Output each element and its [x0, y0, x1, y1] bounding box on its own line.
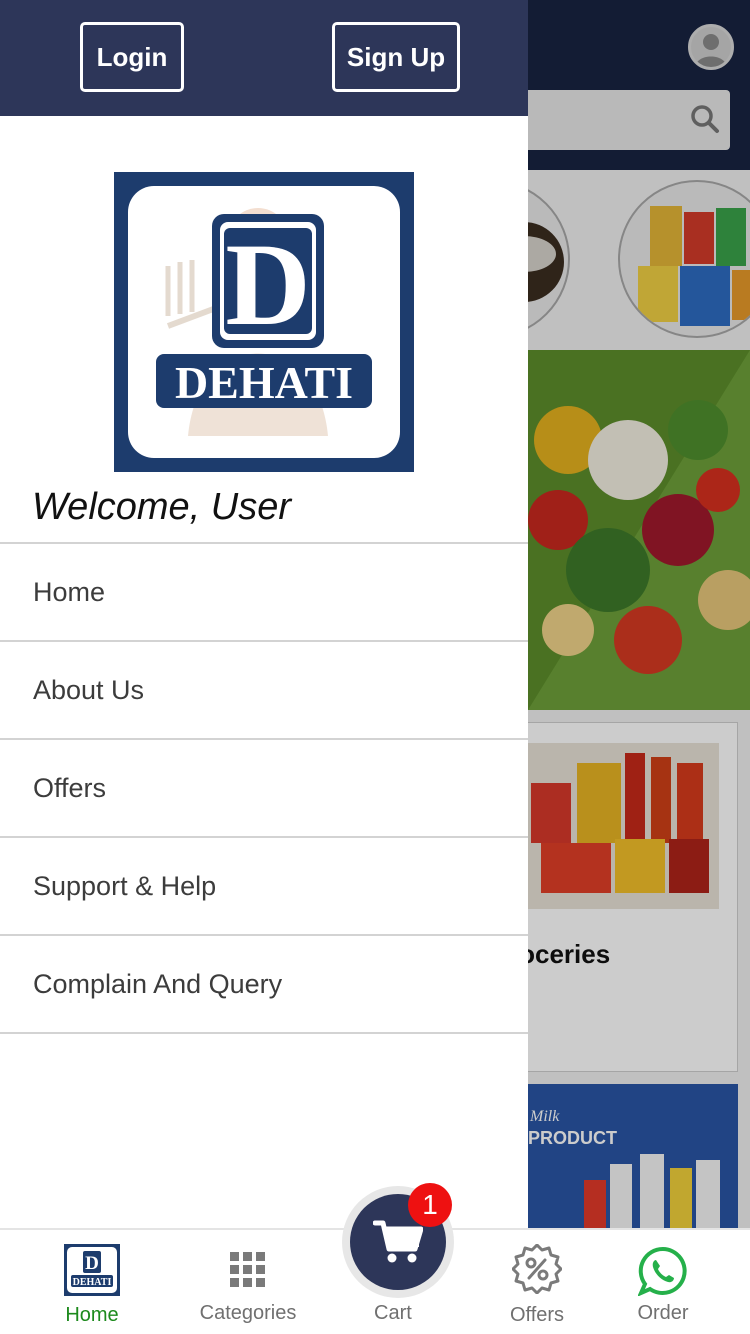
- welcome-text: Welcome, User: [32, 486, 292, 528]
- nav-home-label: Home: [65, 1304, 119, 1326]
- svg-text:D: D: [85, 1253, 99, 1274]
- nav-order[interactable]: Order: [630, 1230, 696, 1334]
- nav-drawer: Login Sign Up D DEHATI Welcome, User Hom…: [0, 0, 528, 1334]
- grid-icon: [230, 1252, 265, 1287]
- nav-cart-label: Cart: [374, 1302, 412, 1324]
- nav-categories[interactable]: Categories: [200, 1230, 296, 1334]
- nav-offers[interactable]: Offers: [505, 1230, 569, 1334]
- nav-home[interactable]: D DEHATI Home: [50, 1230, 134, 1334]
- cart-count-badge: 1: [408, 1183, 452, 1227]
- home-logo-icon: D DEHATI: [64, 1244, 120, 1296]
- menu-item-home[interactable]: Home: [0, 544, 528, 642]
- dehati-logo: D DEHATI: [114, 172, 414, 472]
- cart-icon: [373, 1220, 423, 1263]
- nav-offers-label: Offers: [509, 1304, 565, 1326]
- menu-item-support-help[interactable]: Support & Help: [0, 838, 528, 936]
- whatsapp-icon: [638, 1246, 687, 1296]
- menu-item-offers[interactable]: Offers: [0, 740, 528, 838]
- logo-inner: D DEHATI: [128, 186, 400, 458]
- logo-text: DEHATI: [175, 357, 353, 408]
- nav-order-label: Order: [637, 1302, 689, 1324]
- nav-categories-label: Categories: [199, 1302, 297, 1324]
- drawer-header: Login Sign Up: [0, 0, 528, 116]
- drawer-menu: Home About Us Offers Support & Help Comp…: [0, 542, 528, 1034]
- menu-item-complain-query[interactable]: Complain And Query: [0, 936, 528, 1034]
- menu-item-about-us[interactable]: About Us: [0, 642, 528, 740]
- signup-button[interactable]: Sign Up: [332, 22, 460, 92]
- login-button[interactable]: Login: [80, 22, 184, 92]
- logo-letter: D: [225, 219, 310, 350]
- svg-text:DEHATI: DEHATI: [73, 1277, 112, 1288]
- discount-icon: [512, 1244, 562, 1294]
